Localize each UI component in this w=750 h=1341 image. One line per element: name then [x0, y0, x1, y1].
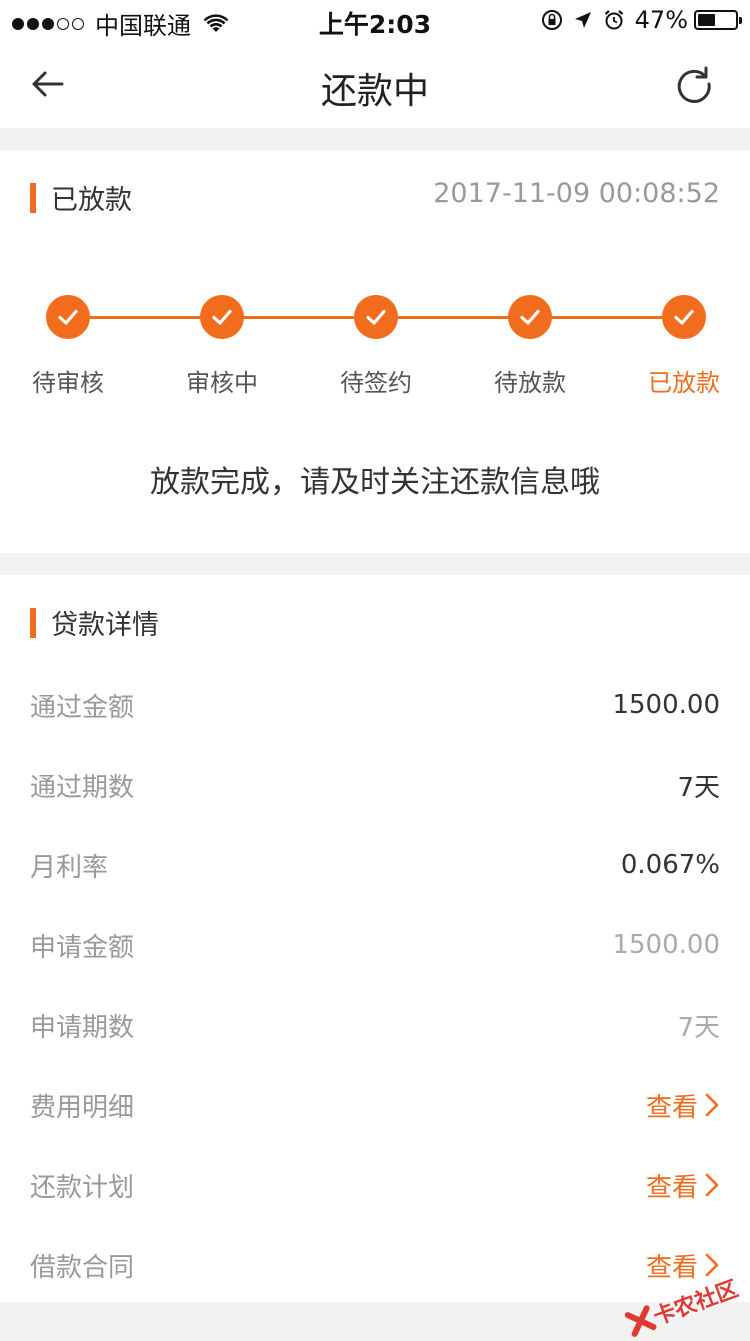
section-accent-bar	[30, 182, 36, 213]
nav-bar: 还款中	[0, 40, 750, 128]
loan-status-card: 已放款 2017-11-09 00:08:52 待审核 审核中 待签约 待放款 …	[0, 150, 750, 553]
status-bar: 中国联通 上午2:03 47%	[0, 0, 750, 40]
refresh-button[interactable]	[674, 64, 714, 108]
detail-value: 1500.00	[612, 930, 720, 960]
detail-value: 7天	[677, 1012, 720, 1043]
battery-percent: 47%	[634, 6, 688, 34]
checkmark-icon	[366, 309, 386, 325]
detail-label: 通过金额	[30, 692, 135, 723]
status-timestamp: 2017-11-09 00:08:52	[433, 178, 720, 209]
detail-label: 费用明细	[30, 1092, 135, 1123]
detail-label: 月利率	[30, 852, 109, 883]
detail-list: 通过金额 1500.00 通过期数 7天 月利率 0.067% 申请金额 150…	[0, 665, 750, 1305]
status-right: 47%	[541, 6, 742, 34]
progress-steps: 待审核 审核中 待签约 待放款 已放款	[0, 295, 750, 405]
checkmark-icon	[674, 309, 694, 325]
row-monthly-rate: 月利率 0.067%	[0, 825, 750, 905]
refresh-icon	[677, 66, 711, 103]
step-item: 待放款	[455, 295, 605, 398]
step-label: 待签约	[340, 369, 412, 397]
detail-value: 1500.00	[612, 690, 720, 720]
detail-value: 7天	[677, 772, 720, 803]
alarm-icon	[604, 10, 623, 30]
row-approved-term: 通过期数 7天	[0, 745, 750, 825]
step-item: 待签约	[301, 295, 451, 398]
step-item-current: 已放款	[609, 295, 750, 398]
detail-label: 申请期数	[30, 1012, 135, 1043]
chevron-right-icon	[705, 1253, 719, 1277]
link-label: 查看	[645, 1172, 698, 1203]
step-label: 待放款	[494, 369, 566, 397]
battery-icon	[694, 10, 742, 30]
row-repayment-plan[interactable]: 还款计划 查看	[0, 1145, 750, 1225]
detail-value: 0.067%	[620, 850, 720, 880]
link-label: 查看	[645, 1252, 698, 1283]
detail-label: 申请金额	[30, 932, 135, 963]
step-label: 审核中	[186, 369, 258, 397]
chevron-right-icon	[705, 1173, 719, 1197]
status-message: 放款完成，请及时关注还款信息哦	[150, 465, 600, 500]
detail-title: 贷款详情	[51, 610, 159, 641]
row-applied-term: 申请期数 7天	[0, 985, 750, 1065]
detail-label: 借款合同	[30, 1252, 135, 1283]
checkmark-icon	[212, 309, 232, 325]
link-label: 查看	[645, 1092, 698, 1123]
step-label-current: 已放款	[648, 369, 720, 397]
checkmark-icon	[520, 309, 540, 325]
row-loan-contract[interactable]: 借款合同 查看	[0, 1225, 750, 1305]
step-check	[200, 295, 244, 339]
status-section-header: 已放款	[30, 178, 132, 217]
status-title: 已放款	[51, 185, 132, 216]
step-item: 待审核	[0, 295, 143, 398]
loan-detail-card: 贷款详情 通过金额 1500.00 通过期数 7天 月利率 0.067% 申请金…	[0, 575, 750, 1302]
step-check	[46, 295, 90, 339]
step-check	[508, 295, 552, 339]
detail-label: 还款计划	[30, 1172, 135, 1203]
step-label: 待审核	[32, 369, 104, 397]
row-approved-amount: 通过金额 1500.00	[0, 665, 750, 745]
page-title: 还款中	[320, 71, 429, 112]
orientation-lock-icon	[541, 10, 562, 30]
detail-label: 通过期数	[30, 772, 135, 803]
step-check	[354, 295, 398, 339]
checkmark-icon	[58, 309, 78, 325]
step-item: 审核中	[147, 295, 297, 398]
view-fee-details-link[interactable]: 查看	[646, 1087, 720, 1124]
row-fee-details[interactable]: 费用明细 查看	[0, 1065, 750, 1145]
view-repayment-plan-link[interactable]: 查看	[646, 1167, 720, 1204]
row-applied-amount: 申请金额 1500.00	[0, 905, 750, 985]
location-icon	[574, 12, 591, 28]
detail-section-header: 贷款详情	[30, 603, 159, 642]
chevron-right-icon	[705, 1093, 719, 1117]
step-check	[662, 295, 706, 339]
section-accent-bar	[30, 607, 36, 638]
